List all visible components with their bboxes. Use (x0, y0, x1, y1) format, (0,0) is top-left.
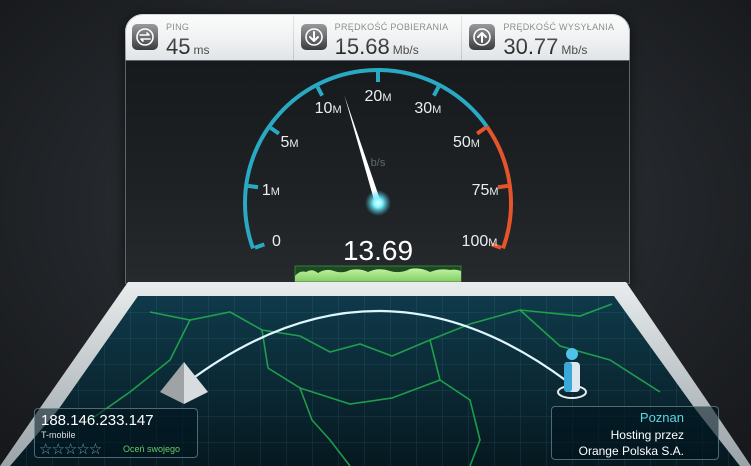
gauge-tick-label: 30M (414, 100, 441, 117)
gauge-tick-label: 0 (272, 233, 281, 250)
client-ip: 188.146.233.147 (41, 412, 154, 429)
isp-rating-stars[interactable]: ☆☆☆☆☆ (39, 440, 102, 458)
gauge-tick-label: 100M (462, 233, 498, 250)
rate-isp-link[interactable]: Oceń swojego (123, 444, 180, 454)
gauge-tick (269, 126, 281, 136)
gauge-tick-label: 10M (315, 100, 342, 117)
gauge-tick-label: 20M (365, 88, 392, 105)
server-host-name: Orange Polska S.A. (578, 444, 684, 458)
server-city: Poznan (639, 410, 684, 425)
gauge-tick-label: 5M (280, 134, 298, 151)
gauge-unit-label: b/s (371, 157, 386, 169)
gauge-tick-label: 50M (453, 134, 480, 151)
current-speed-value: 13.69 (343, 235, 413, 266)
gauge-tick (497, 183, 509, 190)
server-info: Poznan Hosting przez Orange Polska S.A. (551, 406, 719, 460)
gauge-tick (247, 183, 259, 190)
gauge-tick (254, 242, 265, 250)
gauge-tick-label: 1M (262, 182, 280, 199)
client-isp: T-mobile (41, 430, 76, 440)
gauge-tick (315, 85, 324, 97)
gauge-needle (344, 95, 381, 204)
gauge-tick-label: 75M (472, 182, 499, 199)
server-hosting-label: Hosting przez (610, 428, 684, 442)
gauge-tick (432, 85, 441, 97)
client-info: 188.146.233.147 T-mobile ☆☆☆☆☆ Oceń swoj… (34, 408, 198, 458)
needle-hub (365, 190, 391, 216)
speed-gauge: 0 1M 5M 10M 20M 30M 50M 75M 100M b/s 13.69 (0, 68, 751, 466)
gauge-tick (475, 126, 487, 136)
